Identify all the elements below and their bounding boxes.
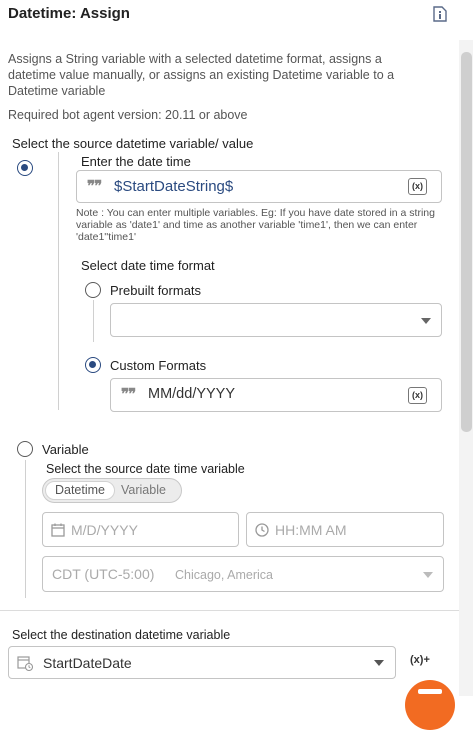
destination-variable-value: StartDateDate: [43, 655, 132, 671]
required-version: Required bot agent version: 20.11 or abo…: [8, 108, 248, 122]
variable-divider-line: [25, 460, 26, 598]
time-placeholder: HH:MM AM: [275, 522, 347, 538]
custom-format-value: MM/dd/YYYY: [148, 386, 236, 402]
radio-variable[interactable]: [17, 441, 33, 457]
note-text: Note : You can enter multiple variables.…: [76, 207, 435, 243]
toggle-variable[interactable]: Variable: [121, 481, 166, 500]
source-label: Select the source datetime variable/ val…: [12, 136, 254, 151]
destination-variable-dropdown[interactable]: StartDateDate: [8, 646, 396, 679]
section-divider-line: [58, 152, 59, 410]
format-label: Select date time format: [81, 258, 215, 273]
prebuilt-divider: [93, 300, 94, 342]
custom-format-field[interactable]: ❞❞ MM/dd/YYYY (x): [110, 378, 442, 412]
scrollbar-thumb[interactable]: [461, 52, 472, 432]
timezone-city: Chicago, America: [175, 568, 273, 582]
chevron-down-icon: [374, 660, 384, 666]
variable-label: Variable: [42, 442, 89, 457]
datetime-value-text: $StartDateString$: [114, 178, 234, 195]
quote-icon: ❞❞: [87, 178, 102, 195]
chat-assistant-button[interactable]: [405, 680, 455, 730]
timezone-value: CDT (UTC-5:00): [52, 566, 155, 582]
datetime-variable-toggle[interactable]: Datetime Variable: [42, 478, 182, 503]
prebuilt-formats-label: Prebuilt formats: [110, 283, 202, 298]
calendar-icon: [51, 523, 65, 537]
datetime-variable-icon: [17, 656, 33, 671]
custom-formats-label: Custom Formats: [110, 358, 207, 373]
source-variable-label: Select the source date time variable: [46, 462, 245, 476]
time-input[interactable]: HH:MM AM: [246, 512, 444, 547]
chevron-down-icon: [423, 572, 433, 578]
datetime-value-field[interactable]: ❞❞ $StartDateString$ (x): [76, 170, 442, 203]
clock-icon: [255, 523, 269, 537]
prebuilt-formats-dropdown[interactable]: [110, 303, 442, 337]
document-info-icon[interactable]: [433, 6, 447, 22]
date-input[interactable]: M/D/YYYY: [42, 512, 239, 547]
create-variable-icon[interactable]: (x)+: [410, 654, 430, 666]
radio-prebuilt-formats[interactable]: [85, 282, 101, 298]
timezone-dropdown[interactable]: CDT (UTC-5:00) Chicago, America: [42, 556, 444, 592]
destination-label: Select the destination datetime variable: [12, 628, 231, 642]
chevron-down-icon: [421, 318, 431, 324]
date-placeholder: M/D/YYYY: [71, 522, 138, 538]
toggle-datetime[interactable]: Datetime: [45, 481, 115, 500]
enter-datetime-label: Enter the date time: [81, 154, 191, 169]
insert-variable-icon[interactable]: (x): [408, 178, 427, 195]
quote-icon: ❞❞: [121, 386, 136, 403]
chat-icon: [418, 689, 442, 694]
panel-title: Datetime: Assign: [8, 5, 130, 22]
action-description: Assigns a String variable with a selecte…: [8, 52, 395, 98]
section-separator: [0, 610, 459, 611]
insert-variable-icon[interactable]: (x): [408, 387, 427, 404]
radio-custom-formats[interactable]: [85, 357, 101, 373]
radio-enter-datetime[interactable]: [17, 160, 33, 176]
